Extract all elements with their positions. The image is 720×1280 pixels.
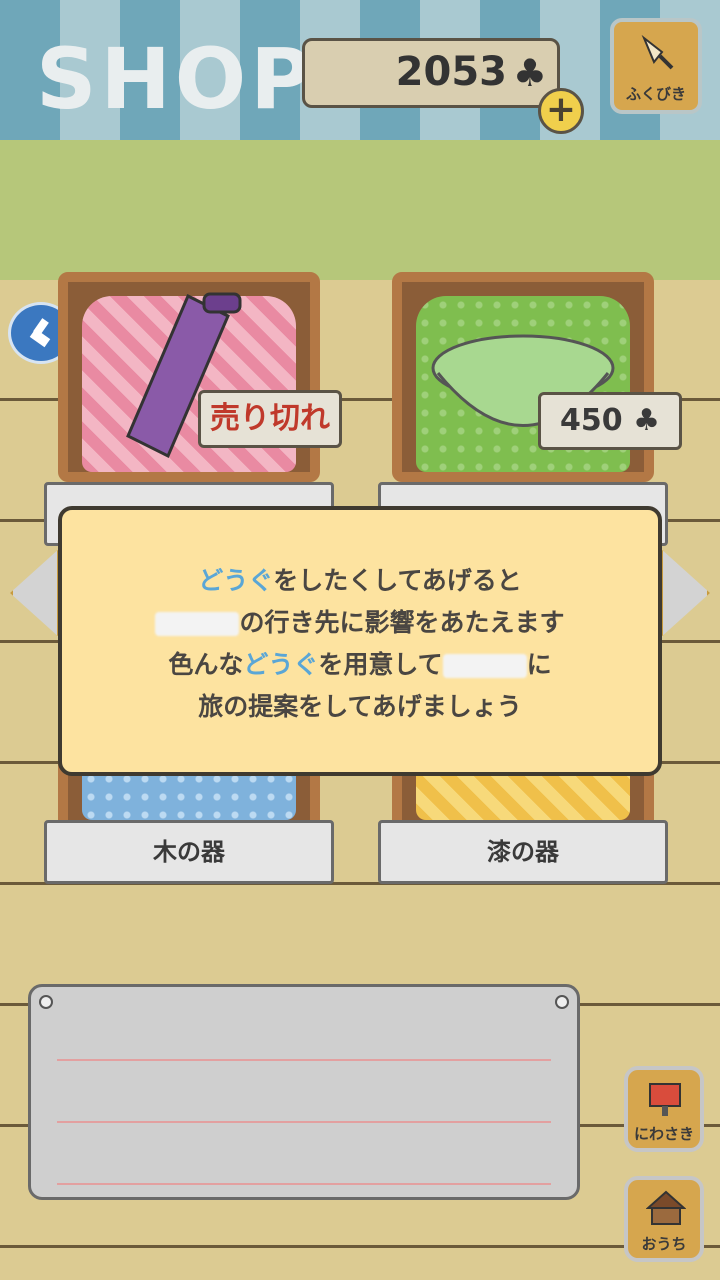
- price-tag: 450 ♣: [538, 392, 682, 450]
- redacted-name: [155, 612, 240, 636]
- dialog-text-segment: をしたくしてあげると: [273, 566, 522, 595]
- dialog-line-2: の行き先に影響をあたえます: [62, 602, 658, 644]
- garden-button[interactable]: にわさき: [624, 1066, 704, 1152]
- tool-keyword: どうぐ: [198, 566, 274, 595]
- coin-amount: 2053: [395, 49, 507, 95]
- dialog-line-1: どうぐをしたくしてあげると: [62, 560, 658, 602]
- clover-icon: ♣: [633, 403, 660, 438]
- board-line: [57, 1059, 551, 1061]
- bell-icon: [641, 34, 674, 70]
- home-button[interactable]: おうち: [624, 1176, 704, 1262]
- board-line: [57, 1121, 551, 1123]
- board-line: [57, 1183, 551, 1185]
- tutorial-dialog[interactable]: どうぐをしたくしてあげると の行き先に影響をあたえます 色んなどうぐを用意してに…: [58, 506, 662, 776]
- lottery-label: ふくびき: [625, 85, 686, 103]
- item-slot-2[interactable]: [392, 272, 654, 482]
- price-value: 450: [560, 403, 623, 438]
- home-label: おうち: [641, 1235, 687, 1253]
- page-title: SHOP: [36, 30, 316, 128]
- tool-keyword: どうぐ: [243, 650, 319, 679]
- item-name-plate-4: 漆の器: [378, 820, 668, 884]
- garden-label: にわさき: [633, 1125, 694, 1143]
- pin-icon: [555, 995, 569, 1009]
- dialog-text-segment: に: [526, 650, 552, 679]
- pin-icon: [39, 995, 53, 1009]
- sold-out-tag: 売り切れ: [198, 390, 342, 448]
- dialog-text-segment: を用意して: [318, 650, 443, 679]
- house-icon: [646, 1190, 686, 1225]
- coin-balance: 2053 ♣: [302, 38, 560, 108]
- item-name-plate-3: 木の器: [44, 820, 334, 884]
- clover-icon: ♣: [512, 51, 547, 95]
- dialog-line-3: 色んなどうぐを用意して に: [62, 644, 658, 686]
- lottery-button[interactable]: ふくびき: [610, 18, 702, 114]
- dialog-message: どうぐをしたくしてあげると の行き先に影響をあたえます 色んなどうぐを用意してに…: [62, 560, 658, 728]
- shop-wall: [0, 140, 720, 280]
- add-coins-button[interactable]: +: [538, 88, 584, 134]
- item-slot-1[interactable]: [58, 272, 320, 482]
- mailbox-icon: [649, 1083, 681, 1116]
- redacted-name: [442, 654, 527, 678]
- sold-out-text: 売り切れ: [210, 401, 330, 436]
- message-board: [28, 984, 580, 1200]
- brush-icon: [29, 318, 51, 348]
- dialog-text-segment: の行き先に影響をあたえます: [239, 608, 565, 637]
- dialog-line-4: 旅の提案をしてあげましょう: [198, 692, 522, 721]
- dialog-text-segment: 色んな: [168, 650, 244, 679]
